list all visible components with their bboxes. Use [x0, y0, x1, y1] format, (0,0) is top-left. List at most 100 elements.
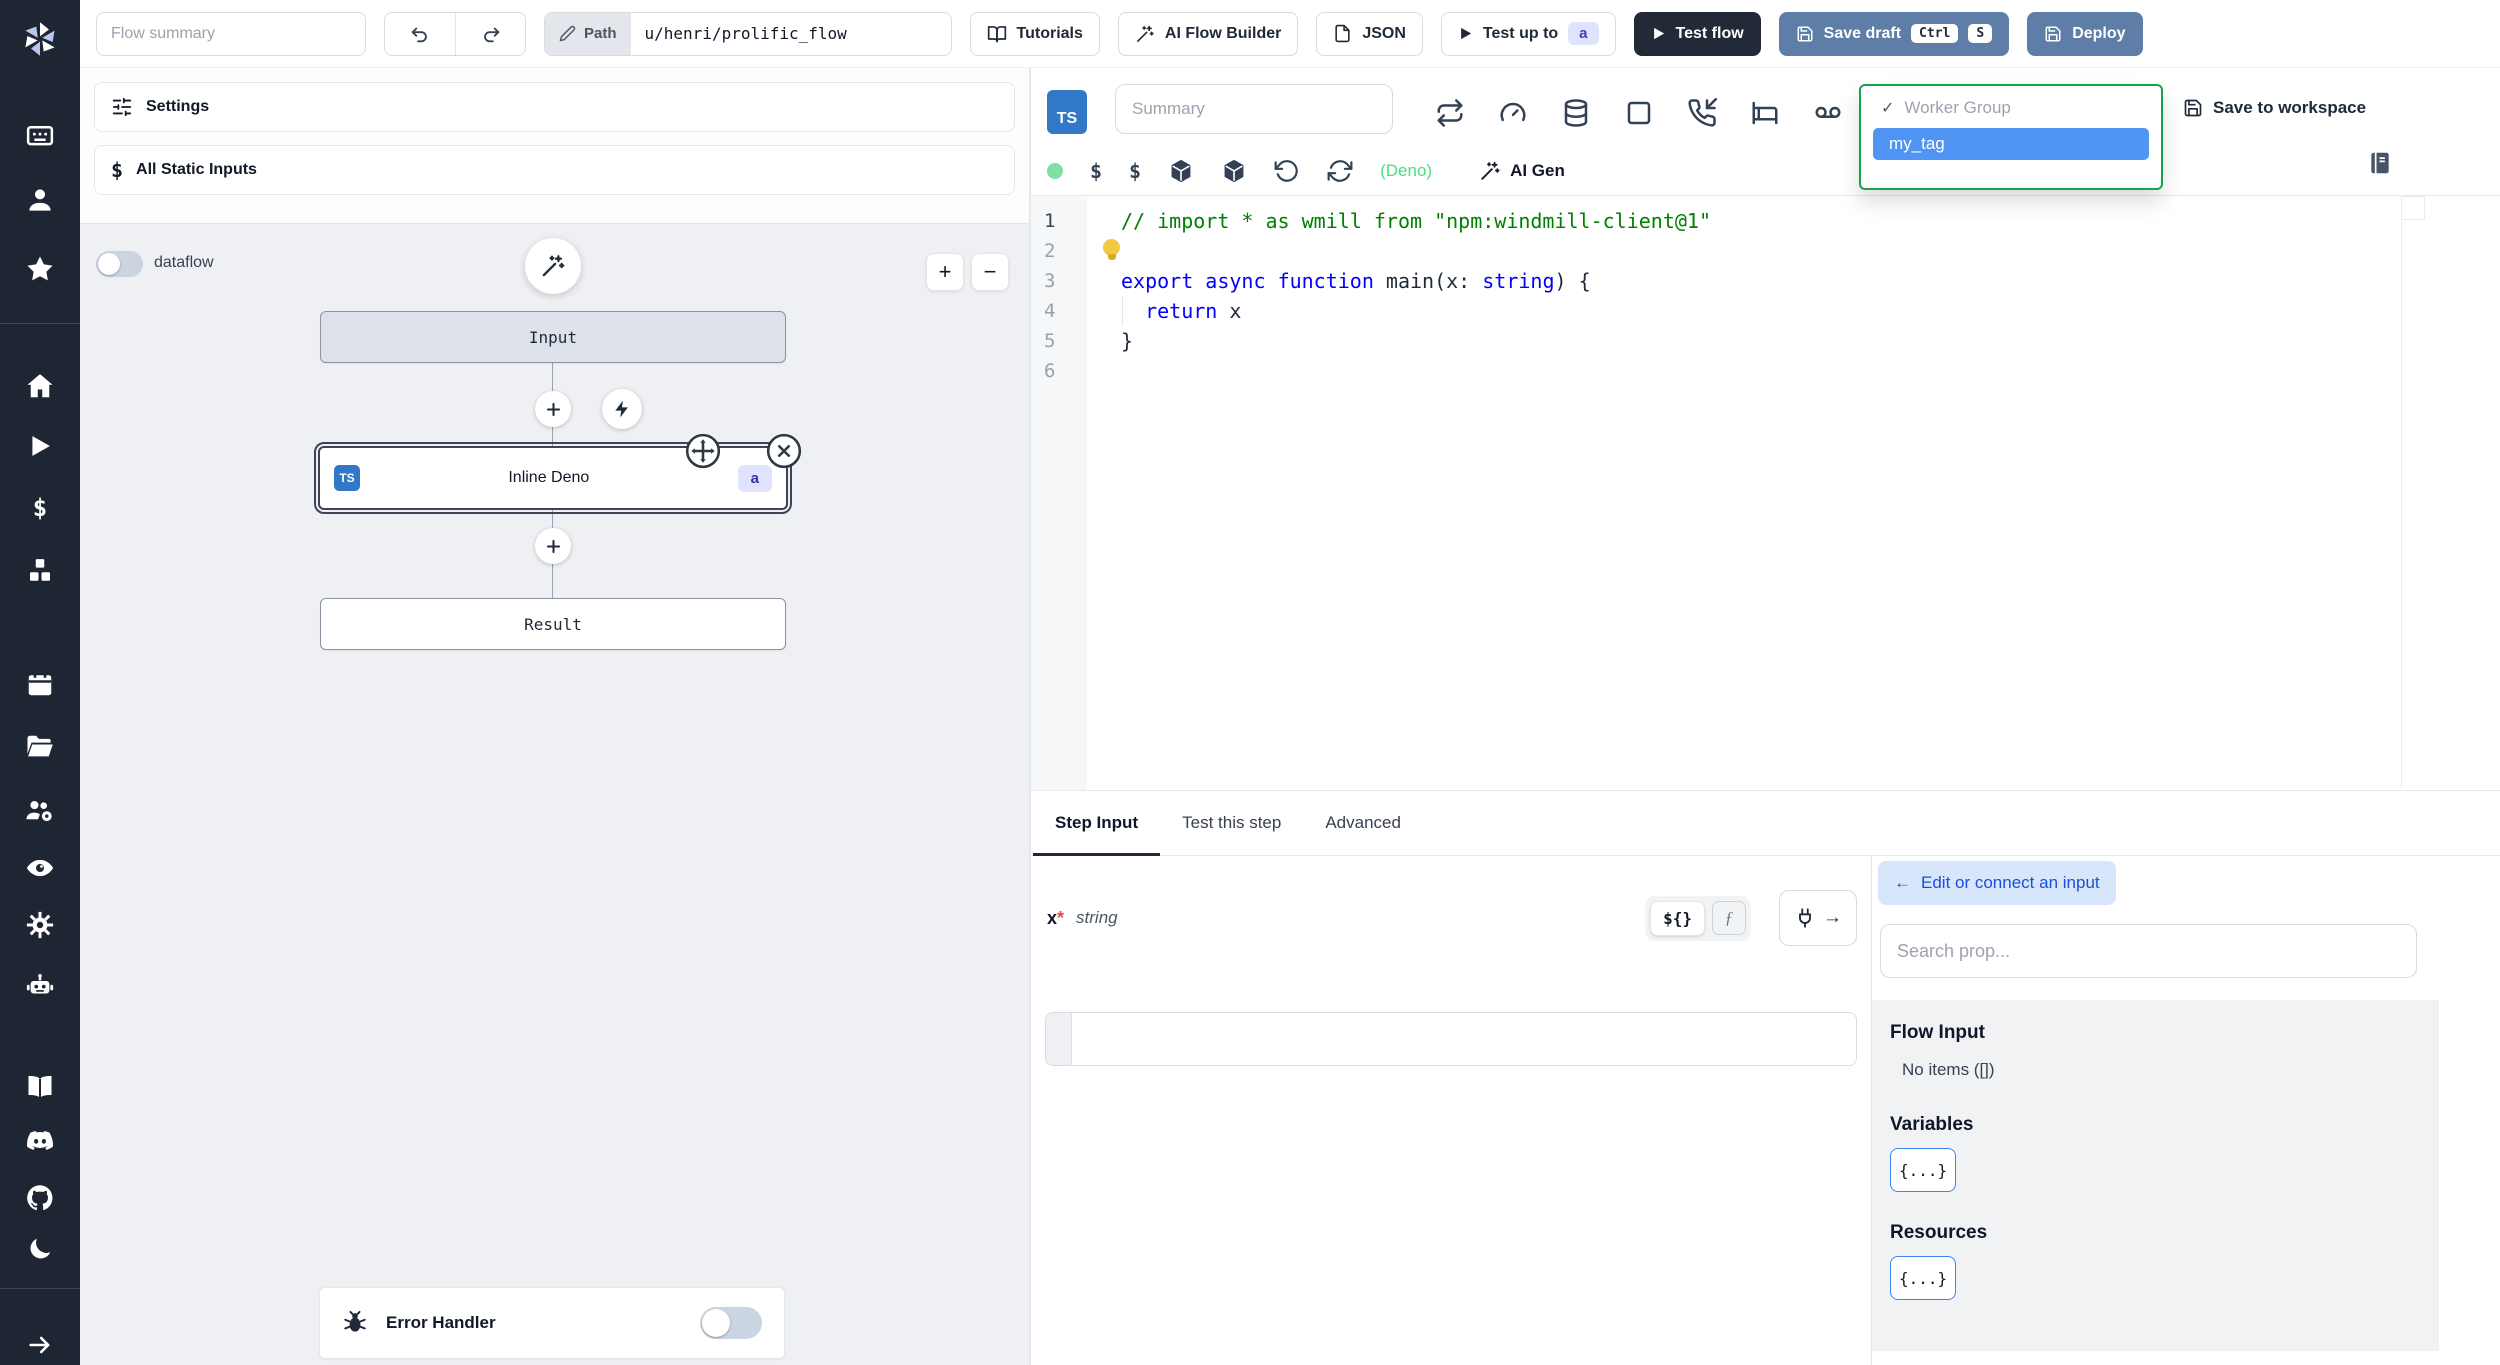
package-icon[interactable]	[1168, 158, 1194, 184]
error-handler-row[interactable]: Error Handler	[319, 1287, 785, 1359]
json-button[interactable]: JSON	[1316, 11, 1423, 56]
add-step-button-bottom[interactable]	[535, 528, 571, 564]
field-drag-strip[interactable]	[1046, 1013, 1072, 1065]
template-mode-toggle[interactable]: ${}	[1650, 900, 1705, 936]
retry-repeat-icon[interactable]	[1435, 98, 1465, 128]
worker-group-option[interactable]: ✓ Worker Group	[1869, 96, 2153, 120]
edit-or-connect-label: Edit or connect an input	[1921, 873, 2100, 892]
wand-sparkles-icon	[1136, 25, 1154, 42]
concurrency-gauge-icon[interactable]	[1498, 98, 1528, 128]
dollar-icon[interactable]: $	[1129, 159, 1141, 183]
connect-input-button[interactable]: →	[1779, 890, 1857, 946]
redo-button[interactable]	[455, 12, 525, 55]
save-to-workspace-label: Save to workspace	[2213, 98, 2367, 117]
variables-title: Variables	[1890, 1114, 1974, 1135]
tab-step-input[interactable]: Step Input	[1033, 791, 1161, 856]
ai-gen-button[interactable]: AI Gen	[1479, 160, 1565, 182]
prop-picker-panel: ← Edit or connect an input Flow Input No…	[1871, 856, 2500, 1365]
error-handler-toggle[interactable]	[700, 1307, 762, 1339]
prop-search-input[interactable]	[1880, 924, 2417, 978]
field-value-input[interactable]	[1072, 1013, 1856, 1065]
dataflow-toggle[interactable]	[96, 251, 143, 277]
undo-button[interactable]	[385, 13, 455, 55]
flow-summary-input[interactable]	[96, 11, 366, 56]
dark-mode-moon-icon[interactable]	[0, 1235, 80, 1263]
cache-database-icon[interactable]	[1561, 98, 1591, 128]
summary-input[interactable]	[1115, 84, 1393, 134]
indent-guide	[1122, 296, 1123, 326]
path-button[interactable]: Path	[545, 12, 631, 55]
expand-arrow-icon[interactable]	[0, 1331, 80, 1359]
variables-dollar-icon[interactable]: $	[0, 493, 80, 523]
sleep-bed-icon[interactable]	[1750, 98, 1780, 128]
ai-robot-icon[interactable]	[0, 971, 80, 1001]
path-input[interactable]	[630, 12, 951, 55]
audit-eye-icon[interactable]	[0, 853, 80, 883]
field-name: x	[1047, 907, 1058, 928]
deploy-button[interactable]: Deploy	[2027, 11, 2143, 56]
editor-scrollbar[interactable]	[2401, 196, 2402, 789]
step-settings-toolbar	[1435, 98, 1843, 128]
result-node[interactable]: Result	[320, 598, 786, 650]
kbd-s: S	[1968, 24, 1993, 43]
edit-or-connect-button[interactable]: ← Edit or connect an input	[1878, 861, 2116, 905]
settings-gear-icon[interactable]	[0, 910, 80, 940]
worker-group-selected-option[interactable]: my_tag	[1873, 128, 2149, 160]
input-node[interactable]: Input	[320, 311, 786, 363]
resources-object-chip[interactable]: {...}	[1890, 1256, 1957, 1300]
dollar-icon[interactable]: $	[1090, 159, 1102, 183]
test-flow-button[interactable]: Test flow	[1633, 11, 1761, 56]
tab-label: Test this step	[1182, 813, 1282, 832]
groups-icon[interactable]	[0, 795, 80, 825]
save-draft-button[interactable]: Save draft Ctrl S	[1778, 11, 2010, 56]
suspend-phone-incoming-icon[interactable]	[1687, 98, 1717, 128]
settings-row[interactable]: Settings	[94, 82, 1015, 132]
save-to-workspace-button[interactable]: Save to workspace	[2183, 98, 2366, 118]
function-mode-toggle[interactable]: ƒ	[1712, 901, 1746, 935]
workspace-icon[interactable]	[0, 121, 80, 151]
ai-wand-button[interactable]	[525, 238, 581, 294]
file-json-icon	[1335, 24, 1350, 43]
tab-advanced[interactable]: Advanced	[1303, 791, 1423, 855]
docs-book-icon[interactable]	[0, 1072, 80, 1102]
resources-cubes-icon[interactable]	[0, 556, 80, 586]
package-icon[interactable]	[1221, 158, 1247, 184]
github-icon[interactable]	[0, 1183, 80, 1213]
zoom-out-button[interactable]: −	[971, 253, 1009, 291]
user-icon[interactable]	[0, 185, 80, 215]
save-icon	[2045, 26, 2061, 41]
bug-icon	[344, 1310, 366, 1332]
flow-graph: dataflow + − Input TS Inline Deno a Resu…	[80, 223, 1029, 1365]
code-editor[interactable]: 123456 // import * as wmill from "npm:wi…	[1031, 196, 2500, 790]
refresh-icon[interactable]	[1327, 158, 1353, 184]
zoom-in-label: +	[938, 259, 952, 284]
worker-group-dropdown: ✓ Worker Group my_tag	[1859, 84, 2163, 190]
code-lines[interactable]: // import * as wmill from "npm:windmill-…	[1121, 206, 1711, 386]
trigger-button[interactable]	[602, 389, 642, 429]
pipe-voicemail-icon[interactable]	[1813, 98, 1843, 128]
language-indicator[interactable]: (Deno)	[1380, 161, 1432, 181]
zoom-in-button[interactable]: +	[926, 253, 964, 291]
test-up-to-button[interactable]: Test up to a	[1440, 11, 1616, 56]
move-step-button[interactable]	[684, 432, 722, 470]
runs-play-icon[interactable]	[0, 432, 80, 460]
variables-object-chip[interactable]: {...}	[1890, 1148, 1957, 1192]
plug-icon	[1799, 908, 1811, 928]
status-dot	[1047, 163, 1063, 179]
tutorials-button[interactable]: Tutorials	[969, 11, 1100, 56]
windmill-logo[interactable]	[0, 18, 80, 60]
delete-step-button[interactable]	[765, 432, 803, 470]
library-icon[interactable]	[2367, 150, 2393, 176]
rotate-ccw-icon[interactable]	[1274, 158, 1300, 184]
mock-square-icon[interactable]	[1624, 98, 1654, 128]
folders-icon[interactable]	[0, 732, 80, 762]
discord-icon[interactable]	[0, 1126, 80, 1156]
tab-test-this-step[interactable]: Test this step	[1160, 791, 1303, 855]
ai-flow-builder-button[interactable]: AI Flow Builder	[1117, 11, 1299, 56]
home-icon[interactable]	[0, 371, 80, 401]
lightbulb-icon[interactable]	[1103, 239, 1120, 260]
favorites-star-icon[interactable]	[0, 254, 80, 284]
schedules-calendar-icon[interactable]	[0, 669, 80, 699]
add-step-button-top[interactable]	[535, 391, 571, 427]
all-static-inputs-row[interactable]: $ All Static Inputs	[94, 145, 1015, 195]
